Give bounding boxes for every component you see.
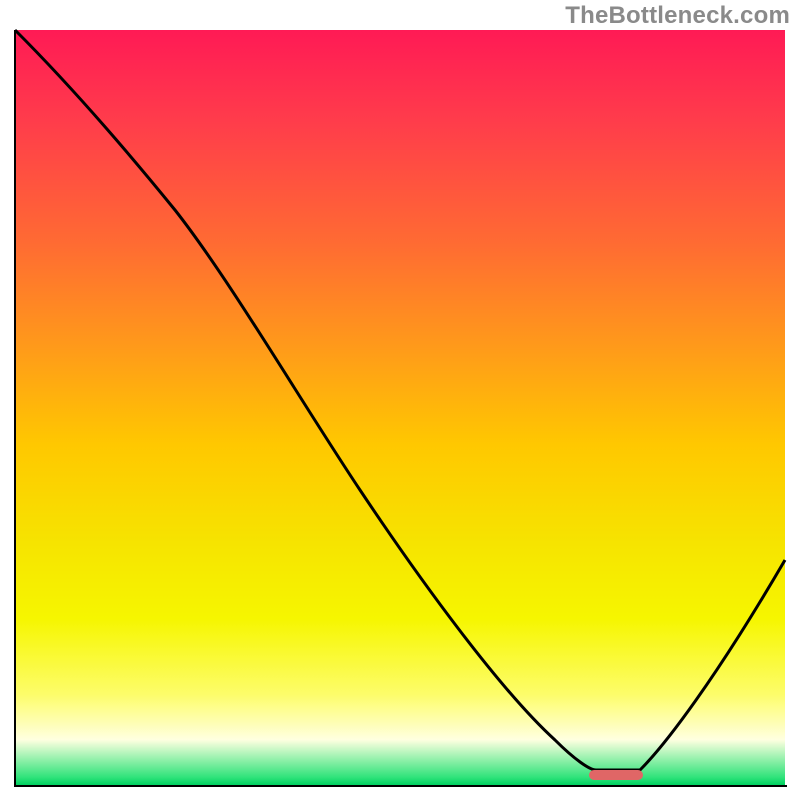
watermark-text: TheBottleneck.com — [565, 2, 790, 30]
x-axis — [14, 785, 787, 787]
optimal-range-marker — [589, 770, 643, 780]
y-axis — [14, 30, 16, 786]
chart-stage: TheBottleneck.com — [0, 0, 800, 800]
gradient-plot-area — [15, 30, 785, 785]
